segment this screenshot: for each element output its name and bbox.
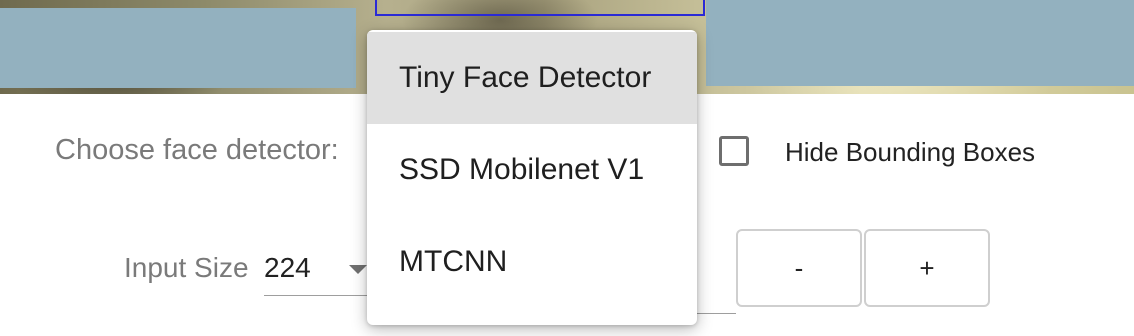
increase-button[interactable]: + <box>864 229 990 307</box>
decrease-button[interactable]: - <box>736 229 862 307</box>
hide-bounding-boxes-checkbox[interactable] <box>719 136 749 166</box>
dropdown-option-tiny-face-detector[interactable]: Tiny Face Detector <box>367 32 697 124</box>
input-size-label: Input Size <box>124 252 249 283</box>
dropdown-option-ssd-mobilenet-v1[interactable]: SSD Mobilenet V1 <box>367 124 697 216</box>
detection-bounding-box <box>375 0 705 16</box>
input-size-select[interactable]: 224 <box>264 248 370 296</box>
input-size-value: 224 <box>264 252 311 283</box>
dropdown-option-mtcnn[interactable]: MTCNN <box>367 216 697 308</box>
detector-dropdown-menu[interactable]: Tiny Face Detector SSD Mobilenet V1 MTCN… <box>367 30 697 325</box>
face-overlay-box-right <box>706 0 1134 86</box>
chevron-down-icon[interactable] <box>349 265 367 274</box>
detector-label: Choose face detector: <box>55 134 339 166</box>
hide-bounding-boxes-label[interactable]: Hide Bounding Boxes <box>785 137 1035 168</box>
face-overlay-box-left <box>0 8 356 88</box>
